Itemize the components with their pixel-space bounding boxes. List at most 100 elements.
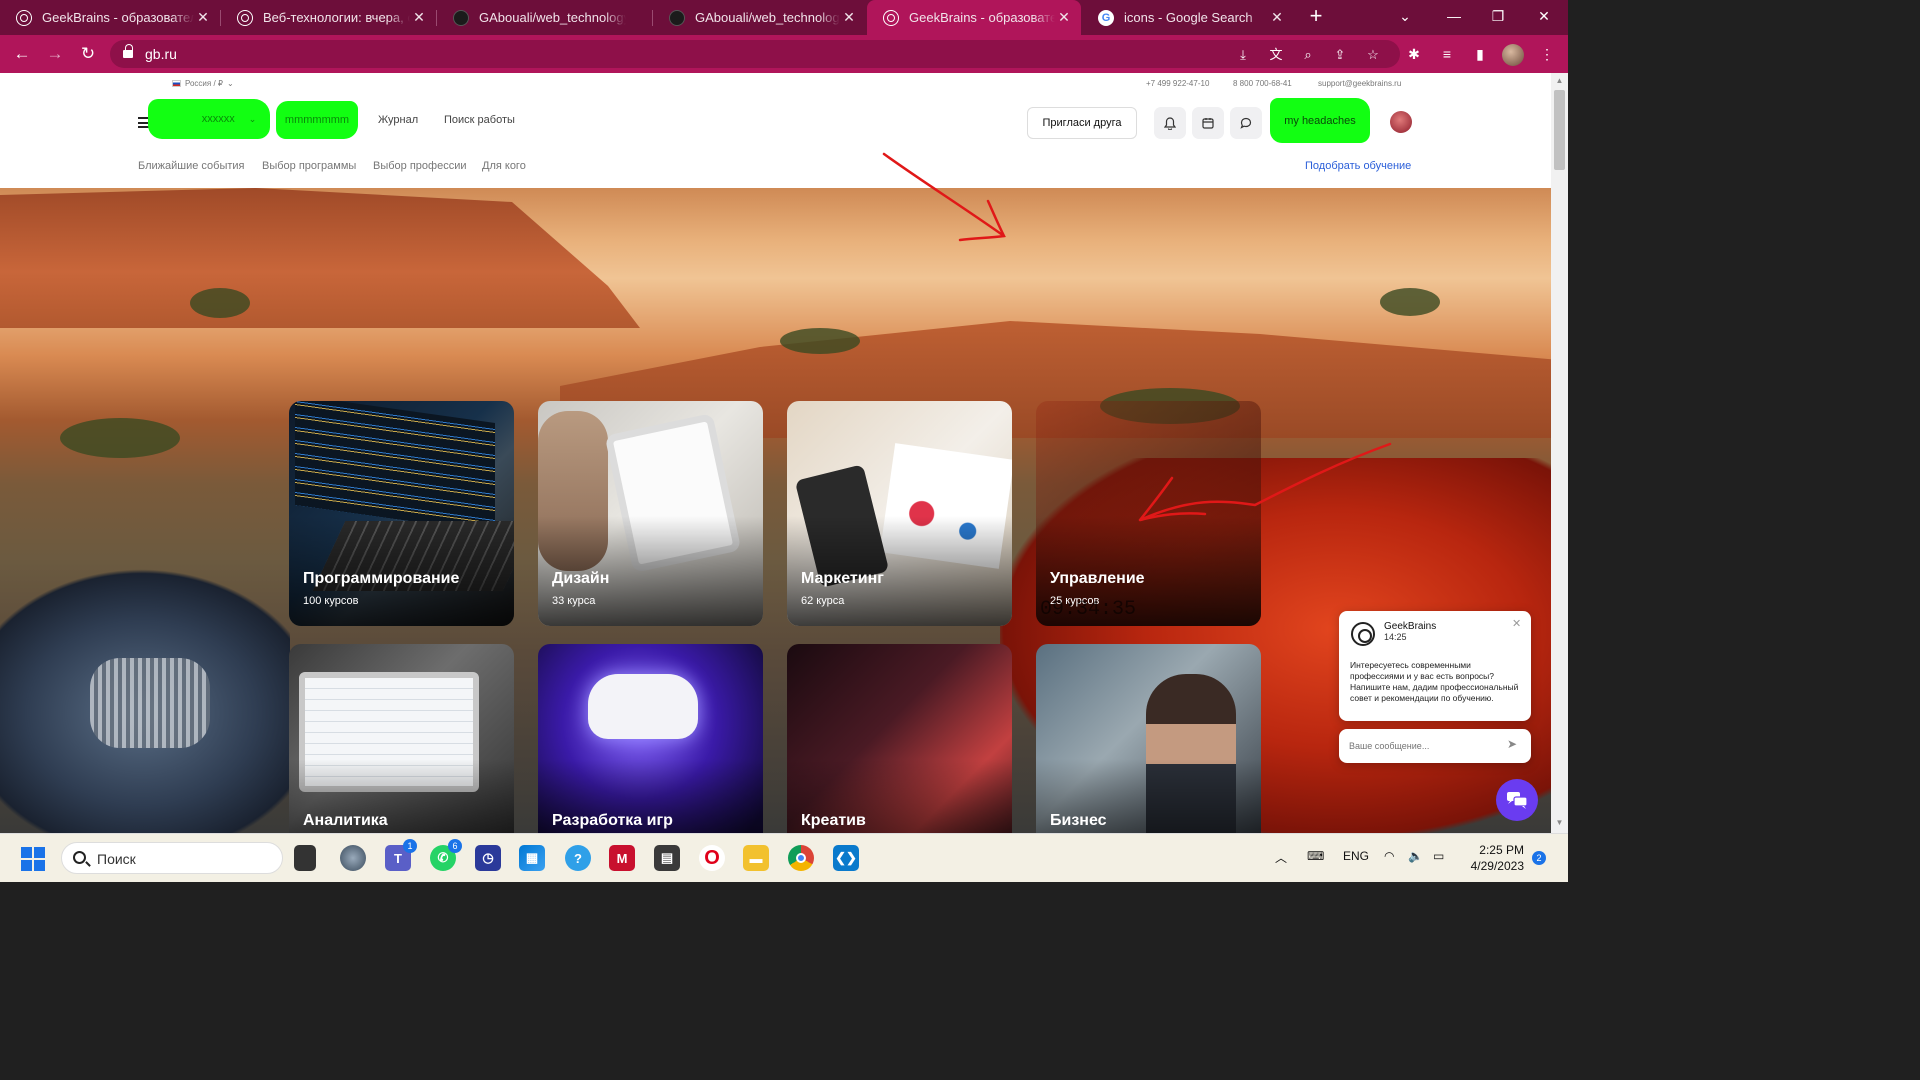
teams-icon[interactable]: T1	[385, 839, 417, 871]
tab-geekbrains-1[interactable]: GeekBrains - образовательная ✕	[0, 0, 220, 35]
language-indicator[interactable]: ENG	[1343, 849, 1369, 863]
whatsapp-icon[interactable]: ✆ 6	[430, 839, 462, 871]
close-icon[interactable]: ✕	[1512, 617, 1521, 630]
invite-friend-button[interactable]: Пригласи друга	[1027, 107, 1137, 139]
chat-message-input[interactable]	[1349, 738, 1499, 754]
subnav-profession-choice[interactable]: Выбор профессии	[373, 160, 466, 172]
tab-geekbrains-active[interactable]: GeekBrains - образовательная ✕	[867, 0, 1081, 35]
tab-github-2[interactable]: GAbouali/web_technology ✕	[653, 0, 866, 35]
tab-google-search[interactable]: G icons - Google Search ✕	[1082, 0, 1294, 35]
calculator-icon[interactable]: ▤	[654, 845, 680, 871]
scroll-up-icon[interactable]: ▲	[1554, 76, 1565, 88]
taskbar-search[interactable]: Поиск	[61, 842, 283, 874]
mcafee-icon[interactable]: M	[609, 845, 635, 871]
store-icon[interactable]: ▦	[519, 845, 545, 871]
share-icon[interactable]: ⇪	[1330, 47, 1350, 63]
system-clock[interactable]: 2:25 PM 4/29/2023	[1462, 842, 1524, 874]
bookmark-star-icon[interactable]: ☆	[1363, 47, 1383, 63]
menu-kebab-icon[interactable]: ⋮	[1536, 44, 1558, 64]
support-email[interactable]: support@geekbrains.ru	[1318, 79, 1401, 88]
clock-app-icon[interactable]: ◷	[475, 845, 501, 871]
notification-count[interactable]: 2	[1532, 851, 1546, 865]
vscode-icon[interactable]: ❮❯	[833, 845, 859, 871]
close-icon[interactable]: ✕	[410, 9, 428, 26]
site-header: xxxxxx ⌄ mmmmmmm Журнал Поиск работы При…	[0, 95, 1551, 150]
category-card-programming[interactable]: Программирование 100 курсов	[289, 401, 514, 626]
notifications-button[interactable]	[1154, 107, 1186, 139]
reload-icon[interactable]: ↻	[75, 42, 101, 66]
get-help-icon[interactable]: ?	[565, 845, 591, 871]
window-close-icon[interactable]: ✕	[1530, 4, 1558, 28]
page-scrollbar[interactable]: ▲ ▼	[1551, 73, 1568, 833]
category-title: Маркетинг	[801, 570, 884, 587]
keyboard-icon[interactable]: ⌨	[1307, 849, 1324, 863]
volume-icon[interactable]: 🔈	[1408, 849, 1423, 863]
close-icon[interactable]: ✕	[1268, 9, 1286, 26]
opera-icon[interactable]: O	[699, 845, 725, 871]
region-label: Россия / ₽	[185, 79, 223, 88]
phone-1[interactable]: +7 499 922-47-10	[1146, 79, 1209, 88]
close-icon[interactable]: ✕	[194, 9, 212, 26]
highlighted-logo[interactable]: xxxxxx ⌄	[148, 99, 270, 139]
windows-start-icon[interactable]	[21, 847, 45, 871]
highlighted-nav-item[interactable]: mmmmmmm	[276, 101, 358, 139]
scrollbar-thumb[interactable]	[1554, 90, 1565, 170]
category-count: 33 курса	[552, 595, 596, 607]
nav-job-search[interactable]: Поиск работы	[444, 114, 515, 126]
restore-icon[interactable]: ❐	[1484, 4, 1512, 28]
translate-icon[interactable]: 文	[1266, 47, 1286, 63]
profile-avatar[interactable]	[1502, 44, 1524, 66]
chrome-icon[interactable]	[788, 845, 814, 871]
chevron-up-icon[interactable]: ︿	[1275, 849, 1287, 866]
scroll-down-icon[interactable]: ▼	[1554, 818, 1565, 830]
category-card-design[interactable]: Дизайн 33 курса	[538, 401, 763, 626]
tab-github-1[interactable]: GAbouali/web_technology	[437, 0, 652, 35]
widgets-icon[interactable]	[340, 845, 366, 871]
subnav-program-choice[interactable]: Выбор программы	[262, 160, 356, 172]
wifi-icon[interactable]: ◠	[1384, 849, 1394, 863]
tab-web-tech[interactable]: Веб-технологии: вчера, сегодня ✕	[221, 0, 436, 35]
new-tab-button[interactable]: +	[1304, 5, 1328, 29]
send-icon[interactable]: ➤	[1507, 737, 1517, 751]
region-selector[interactable]: Россия / ₽ ⌄	[172, 79, 234, 88]
category-card-management[interactable]: Управление 25 курсов	[1036, 401, 1261, 626]
highlighted-user-button[interactable]: my headaches	[1270, 98, 1370, 143]
zoom-icon[interactable]: ⌕	[1298, 47, 1318, 63]
tab-search-icon[interactable]: ⌄	[1391, 4, 1419, 28]
chat-sender: GeekBrains	[1384, 621, 1437, 632]
forward-icon[interactable]: →	[42, 42, 68, 66]
pick-training-link[interactable]: Подобрать обучение	[1305, 160, 1411, 172]
media-queue-icon[interactable]: ≡	[1436, 44, 1458, 64]
chat-bubble-icon	[1240, 117, 1252, 129]
phone-2[interactable]: 8 800 700-68-41	[1233, 79, 1292, 88]
category-card-game-dev[interactable]: Разработка игр	[538, 644, 763, 833]
calendar-button[interactable]	[1192, 107, 1224, 139]
teams-badge: 1	[403, 839, 417, 853]
file-explorer-icon[interactable]: ▬	[743, 845, 769, 871]
address-bar[interactable]: gb.ru ⤓ 文 ⌕ ⇪ ☆	[110, 40, 1400, 68]
chat-popup: GeekBrains 14:25 ✕ Интересуетесь совреме…	[1339, 611, 1531, 721]
user-avatar[interactable]	[1390, 111, 1412, 133]
subnav-for-whom[interactable]: Для кого	[482, 160, 526, 172]
subnav-events[interactable]: Ближайшие события	[138, 160, 245, 172]
chat-open-button[interactable]	[1496, 779, 1538, 821]
nav-journal[interactable]: Журнал	[378, 114, 418, 126]
extensions-icon[interactable]: ✱	[1403, 44, 1425, 64]
install-icon[interactable]: ⤓	[1233, 47, 1253, 63]
close-icon[interactable]: ✕	[840, 9, 858, 26]
hero-background: Программирование 100 курсов Дизайн 33 ку…	[0, 188, 1551, 833]
task-view-icon[interactable]	[294, 845, 316, 871]
category-card-business[interactable]: Бизнес	[1036, 644, 1261, 833]
messages-button[interactable]	[1230, 107, 1262, 139]
category-card-creative[interactable]: Креатив	[787, 644, 1012, 833]
taskbar-search-label: Поиск	[97, 851, 136, 867]
battery-icon[interactable]: ▭	[1433, 849, 1444, 863]
back-icon[interactable]: ←	[9, 42, 35, 66]
side-panel-icon[interactable]: ▮	[1469, 44, 1491, 64]
close-icon[interactable]: ✕	[1055, 9, 1073, 26]
category-title: Управление	[1050, 570, 1145, 587]
category-card-marketing[interactable]: Маркетинг 62 курса	[787, 401, 1012, 626]
minimize-icon[interactable]: —	[1440, 4, 1468, 28]
chat-bubbles-icon	[1507, 792, 1528, 809]
category-card-analytics[interactable]: Аналитика	[289, 644, 514, 833]
